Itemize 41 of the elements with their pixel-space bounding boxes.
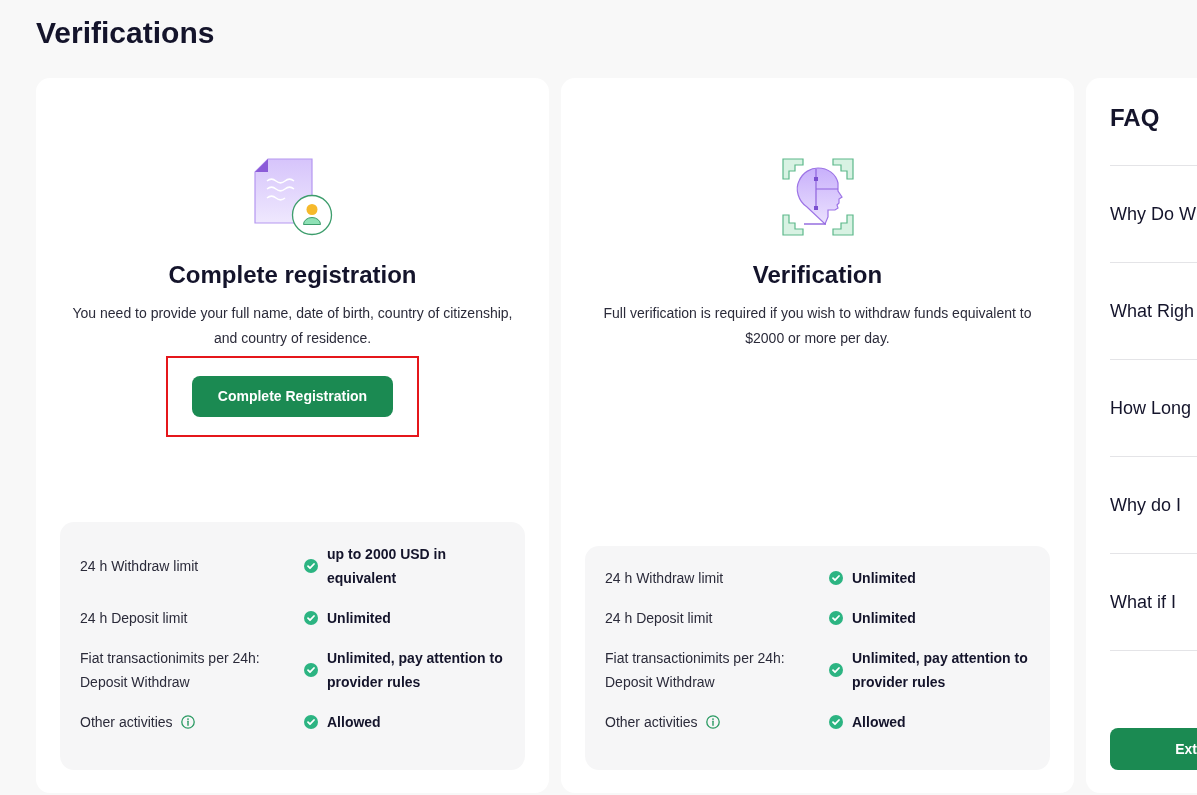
check-icon [304, 611, 318, 625]
check-icon [304, 559, 318, 573]
document-person-icon [252, 158, 333, 236]
limit-value: Allowed [327, 713, 381, 732]
page-title: Verifications [36, 15, 215, 51]
limit-label: Other activities [80, 713, 173, 732]
check-icon [829, 611, 843, 625]
info-icon[interactable] [180, 715, 195, 729]
limit-label: 24 h Deposit limit [80, 609, 188, 628]
limit-label: Fiat transactionimits per 24h: Deposit Withdraw [80, 649, 261, 692]
faq-question[interactable]: What if I [1110, 590, 1176, 614]
limit-value: Allowed [852, 713, 906, 732]
card-title: Verification [752, 260, 883, 290]
faq-question[interactable]: What Righ [1110, 299, 1195, 323]
limit-value: Unlimited, pay attention to provider rules [852, 649, 1029, 692]
faq-question[interactable]: Why Do W [1110, 202, 1196, 226]
limit-label: Other activities [605, 713, 698, 732]
check-icon [304, 663, 318, 677]
limit-value: Unlimited [327, 609, 391, 628]
limit-label: Fiat transactionimits per 24h: Deposit Withdraw [605, 649, 786, 692]
card-description: You need to provide your full name, date of birth, country of citizenship, and country of residence. [71, 304, 514, 348]
limit-label: 24 h Deposit limit [605, 609, 713, 628]
card-description: Full verification is required if you wish to withdraw funds equivalent to $2000 or more per day. [602, 304, 1033, 348]
check-icon [304, 715, 318, 729]
card-title: Complete registration [168, 260, 417, 290]
limit-value: Unlimited [852, 569, 916, 588]
limit-value: Unlimited, pay attention to provider rules [327, 649, 504, 692]
faq-question[interactable]: Why do I [1110, 493, 1182, 517]
head-scan-icon [781, 157, 854, 237]
limit-value: up to 2000 USD in equivalent [327, 545, 448, 588]
check-icon [829, 715, 843, 729]
limit-value: Unlimited [852, 609, 916, 628]
limit-label: 24 h Withdraw limit [605, 569, 724, 588]
faq-question[interactable]: How Long [1110, 396, 1192, 420]
complete-registration-button[interactable]: Complete Registration [192, 376, 393, 417]
info-icon[interactable] [705, 715, 720, 729]
limit-label: 24 h Withdraw limit [80, 557, 199, 576]
action-button[interactable]: Ext [1110, 728, 1197, 770]
faq-title: FAQ [1110, 103, 1161, 133]
check-icon [829, 663, 843, 677]
check-icon [829, 571, 843, 585]
